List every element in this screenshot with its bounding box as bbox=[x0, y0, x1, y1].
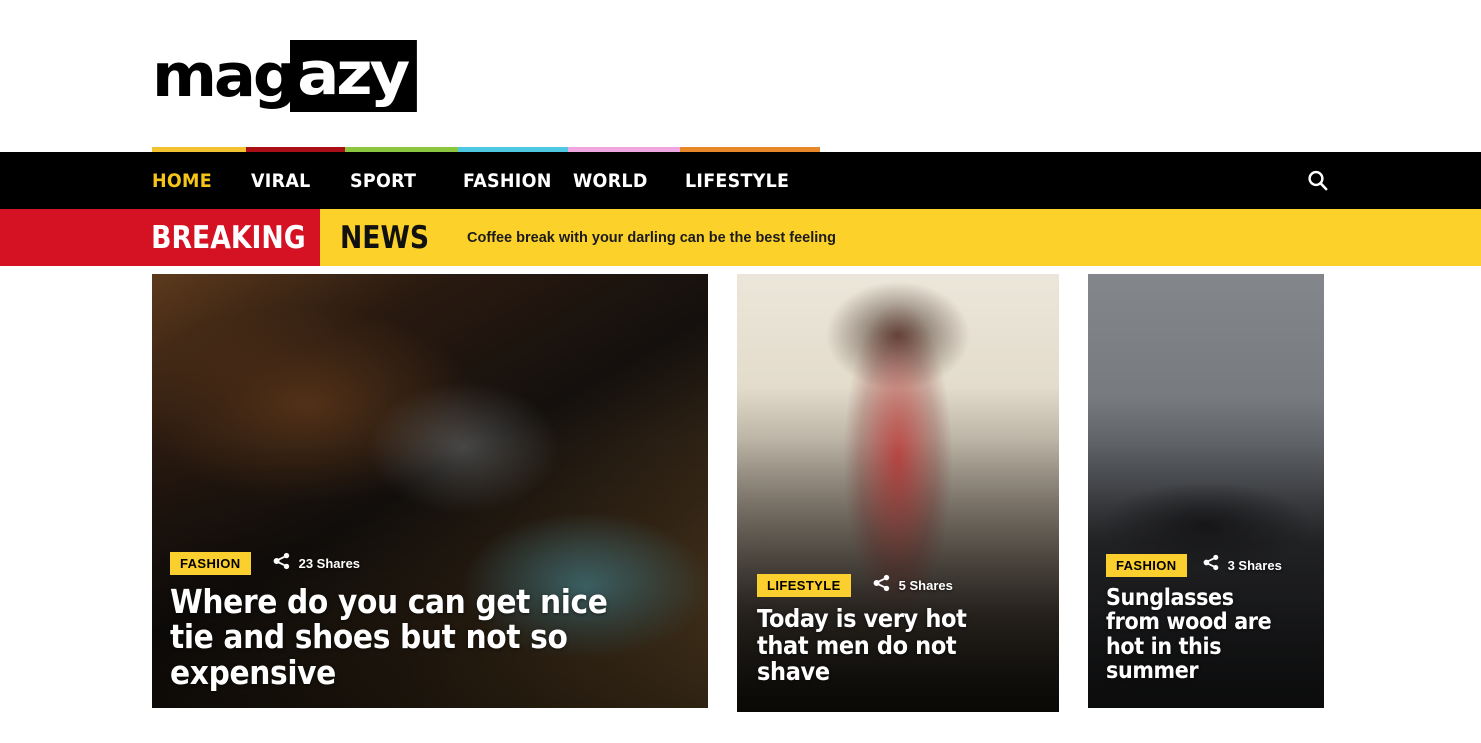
nav-items-list: HOME VIRAL SPORT FASHION WORLD LIFESTYLE bbox=[152, 152, 825, 209]
logo-text-secondary: azy bbox=[289, 40, 417, 112]
nav-item-lifestyle-label: LIFESTYLE bbox=[685, 169, 790, 192]
nav-item-sport-label: SPORT bbox=[350, 169, 417, 192]
breaking-news-bar: BREAKING NEWS Coffee break with your dar… bbox=[0, 209, 1481, 266]
share-icon bbox=[273, 552, 291, 575]
logo-text-primary: mag bbox=[152, 41, 298, 111]
page-root: mag azy HOME VIRAL SPORT FASHION WORLD LI… bbox=[0, 0, 1481, 743]
card-3-share-count: 3 Shares bbox=[1227, 557, 1282, 573]
card-1-share-count: 23 Shares bbox=[298, 556, 361, 572]
breaking-headline-link[interactable]: Coffee break with your darling can be th… bbox=[467, 230, 836, 246]
card-2-title: Today is very hot that men do not shave bbox=[757, 603, 967, 687]
nav-item-world-label: WORLD bbox=[573, 169, 648, 192]
card-3-title: Sunglasses from wood are hot in this sum… bbox=[1106, 584, 1272, 685]
card-3-meta: FASHION 3 Shares bbox=[1106, 553, 1306, 577]
nav-item-fashion-label: FASHION bbox=[463, 169, 552, 192]
share-icon bbox=[873, 574, 891, 597]
nav-item-viral-label: VIRAL bbox=[251, 169, 311, 192]
card-3-body: FASHION 3 Shares Sunglasses from wood ar… bbox=[1088, 553, 1324, 708]
card-2-category-badge[interactable]: LIFESTYLE bbox=[757, 573, 851, 597]
nav-item-fashion[interactable]: FASHION bbox=[463, 170, 564, 192]
nav-item-sport[interactable]: SPORT bbox=[350, 170, 454, 192]
nav-item-lifestyle[interactable]: LIFESTYLE bbox=[685, 170, 814, 192]
card-1-body: FASHION 23 Shares Where do you can get n… bbox=[152, 552, 708, 708]
search-icon[interactable] bbox=[1303, 166, 1333, 196]
featured-card-3[interactable]: FASHION 3 Shares Sunglasses from wood ar… bbox=[1088, 274, 1324, 708]
share-icon bbox=[1203, 554, 1220, 576]
card-1-category-badge[interactable]: FASHION bbox=[170, 552, 251, 576]
breaking-news-word: NEWS bbox=[340, 219, 430, 256]
breaking-label-block: BREAKING bbox=[0, 209, 320, 266]
main-navigation: HOME VIRAL SPORT FASHION WORLD LIFESTYLE bbox=[0, 147, 1481, 209]
featured-card-2[interactable]: LIFESTYLE 5 Shares Today is very hot tha… bbox=[737, 274, 1059, 712]
nav-item-home-label: HOME bbox=[152, 169, 212, 192]
site-logo[interactable]: mag azy bbox=[152, 40, 417, 112]
nav-item-world[interactable]: WORLD bbox=[573, 170, 676, 192]
featured-card-1[interactable]: FASHION 23 Shares Where do you can get n… bbox=[152, 274, 708, 708]
featured-cards-grid: FASHION 23 Shares Where do you can get n… bbox=[0, 266, 1481, 742]
site-header: mag azy bbox=[0, 0, 1481, 152]
card-1-share-group[interactable]: 23 Shares bbox=[273, 552, 360, 575]
card-2-share-count: 5 Shares bbox=[898, 577, 953, 593]
card-2-meta: LIFESTYLE 5 Shares bbox=[757, 573, 1039, 597]
nav-item-home[interactable]: HOME bbox=[152, 170, 243, 192]
card-1-meta: FASHION 23 Shares bbox=[170, 552, 690, 576]
card-3-share-group[interactable]: 3 Shares bbox=[1203, 554, 1282, 576]
card-3-category-badge[interactable]: FASHION bbox=[1106, 553, 1187, 577]
card-1-title: Where do you can get nice tie and shoes … bbox=[170, 582, 608, 692]
card-2-share-group[interactable]: 5 Shares bbox=[873, 574, 953, 597]
card-2-body: LIFESTYLE 5 Shares Today is very hot tha… bbox=[737, 573, 1059, 712]
nav-item-viral[interactable]: VIRAL bbox=[251, 170, 342, 192]
breaking-label: BREAKING bbox=[151, 219, 306, 256]
